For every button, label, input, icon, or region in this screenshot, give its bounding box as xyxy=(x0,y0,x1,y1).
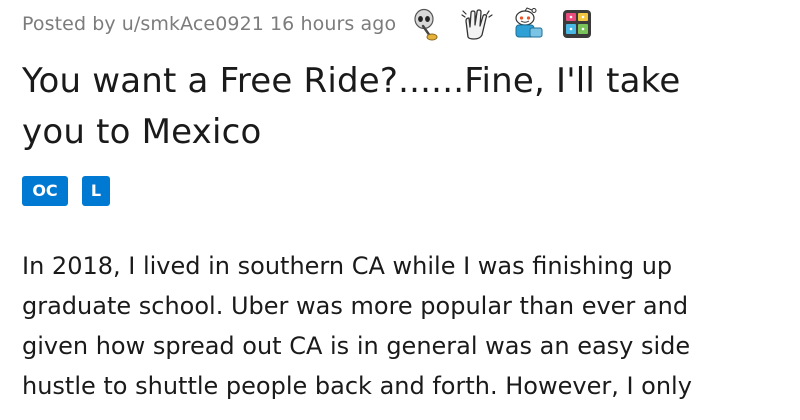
post-title-line: you to Mexico xyxy=(22,112,262,152)
calendar-award-icon[interactable] xyxy=(560,7,594,41)
post-title[interactable]: You want a Free Ride?......Fine, I'll ta… xyxy=(22,56,782,158)
post-meta: Posted by u/smkAce0921 16 hours ago xyxy=(22,2,594,46)
awards-row xyxy=(410,7,594,41)
post-title-line: You want a Free Ride?......Fine, I'll ta… xyxy=(22,61,681,101)
l-flair[interactable]: L xyxy=(82,176,110,206)
oc-flair[interactable]: OC xyxy=(22,176,68,206)
reddit-post: Posted by u/smkAce0921 16 hours ago You … xyxy=(0,0,800,420)
post-body: In 2018, I lived in southern CA while I … xyxy=(22,246,792,406)
skull-award-icon[interactable] xyxy=(410,7,444,41)
post-time[interactable]: 16 hours ago xyxy=(270,13,396,35)
post-body-line: graduate school. Uber was more popular t… xyxy=(22,292,689,320)
posted-by-label: Posted by xyxy=(22,13,116,35)
post-meta-text: Posted by u/smkAce0921 16 hours ago xyxy=(22,13,396,35)
snoo-award-icon[interactable] xyxy=(510,7,544,41)
post-body-line: given how spread out CA is in general wa… xyxy=(22,332,691,360)
post-body-line: In 2018, I lived in southern CA while I … xyxy=(22,252,673,280)
clapping-hands-award-icon[interactable] xyxy=(460,7,494,41)
author-link[interactable]: u/smkAce0921 xyxy=(122,13,264,35)
post-flairs: OC L xyxy=(22,176,110,206)
post-body-line: hustle to shuttle people back and forth.… xyxy=(22,372,692,400)
